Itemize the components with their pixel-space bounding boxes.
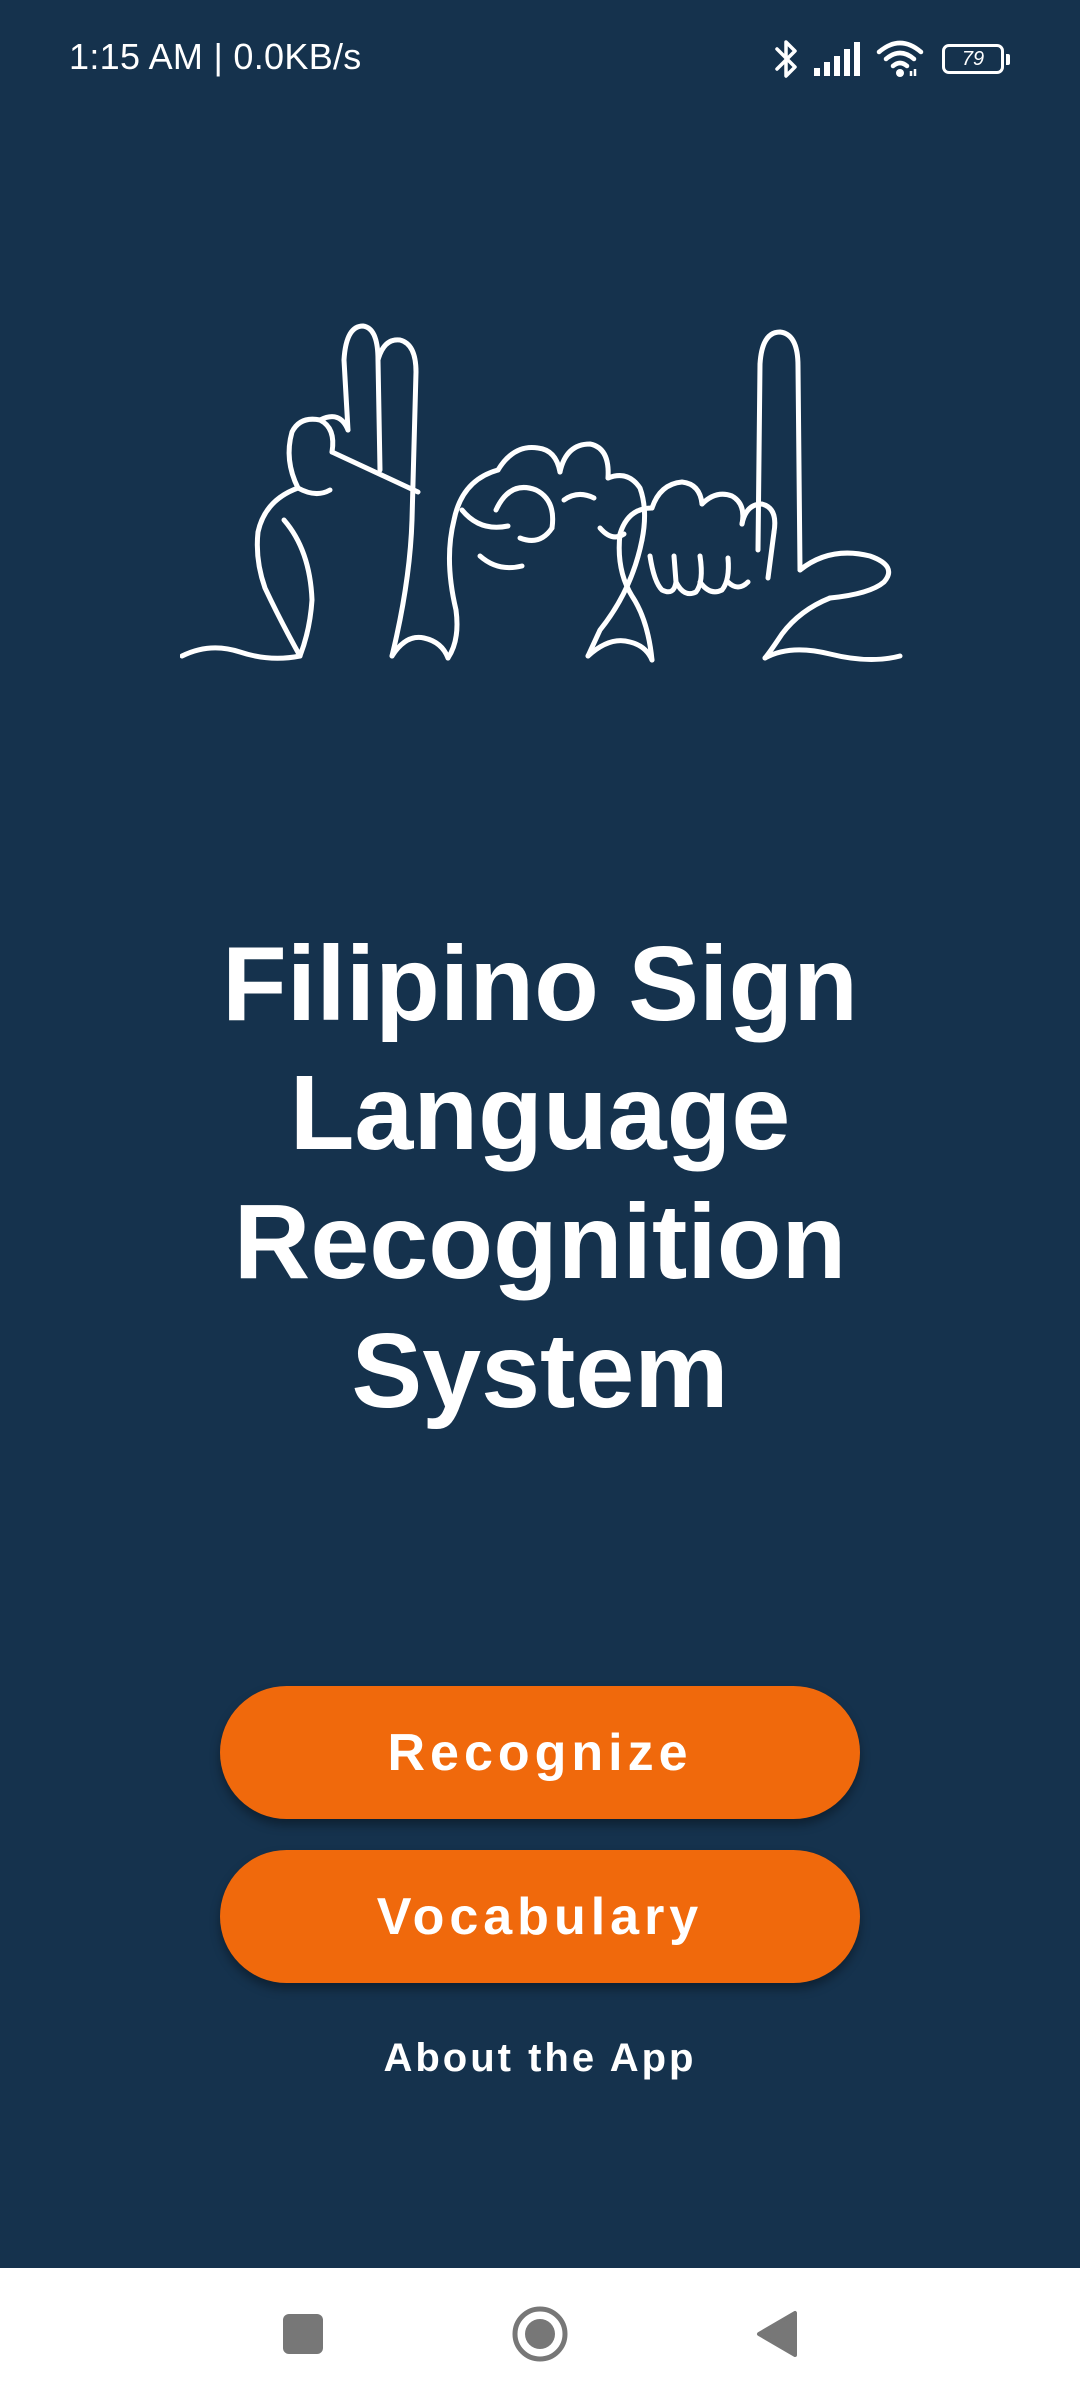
back-button[interactable] [734, 2292, 818, 2376]
home-screen: 1:15 AM | 0.0KB/s 79 Filipino Sign Langu… [0, 0, 1080, 2400]
recents-square-icon [283, 2314, 323, 2354]
home-circle-icon [512, 2306, 568, 2362]
vocabulary-button[interactable]: Vocabulary [220, 1850, 860, 1983]
status-bar: 1:15 AM | 0.0KB/s 79 [0, 0, 1080, 120]
fsl-hands-logo [180, 323, 903, 663]
app-title: Filipino Sign Language Recognition Syste… [222, 925, 858, 1430]
recognize-button[interactable]: Recognize [220, 1686, 860, 1819]
battery-level: 79 [961, 47, 985, 70]
signal-icon [814, 42, 860, 76]
status-time-speed: 1:15 AM | 0.0KB/s [69, 36, 362, 77]
recents-button[interactable] [261, 2292, 345, 2376]
about-app-link[interactable]: About the App [240, 2036, 840, 2081]
navigation-bar [0, 2268, 1080, 2400]
status-icons: 79 [774, 36, 1010, 82]
wifi-icon [876, 40, 924, 77]
home-button[interactable] [498, 2292, 582, 2376]
bluetooth-icon [775, 40, 797, 78]
back-triangle-icon [757, 2311, 797, 2357]
battery-icon: 79 [942, 44, 1010, 74]
